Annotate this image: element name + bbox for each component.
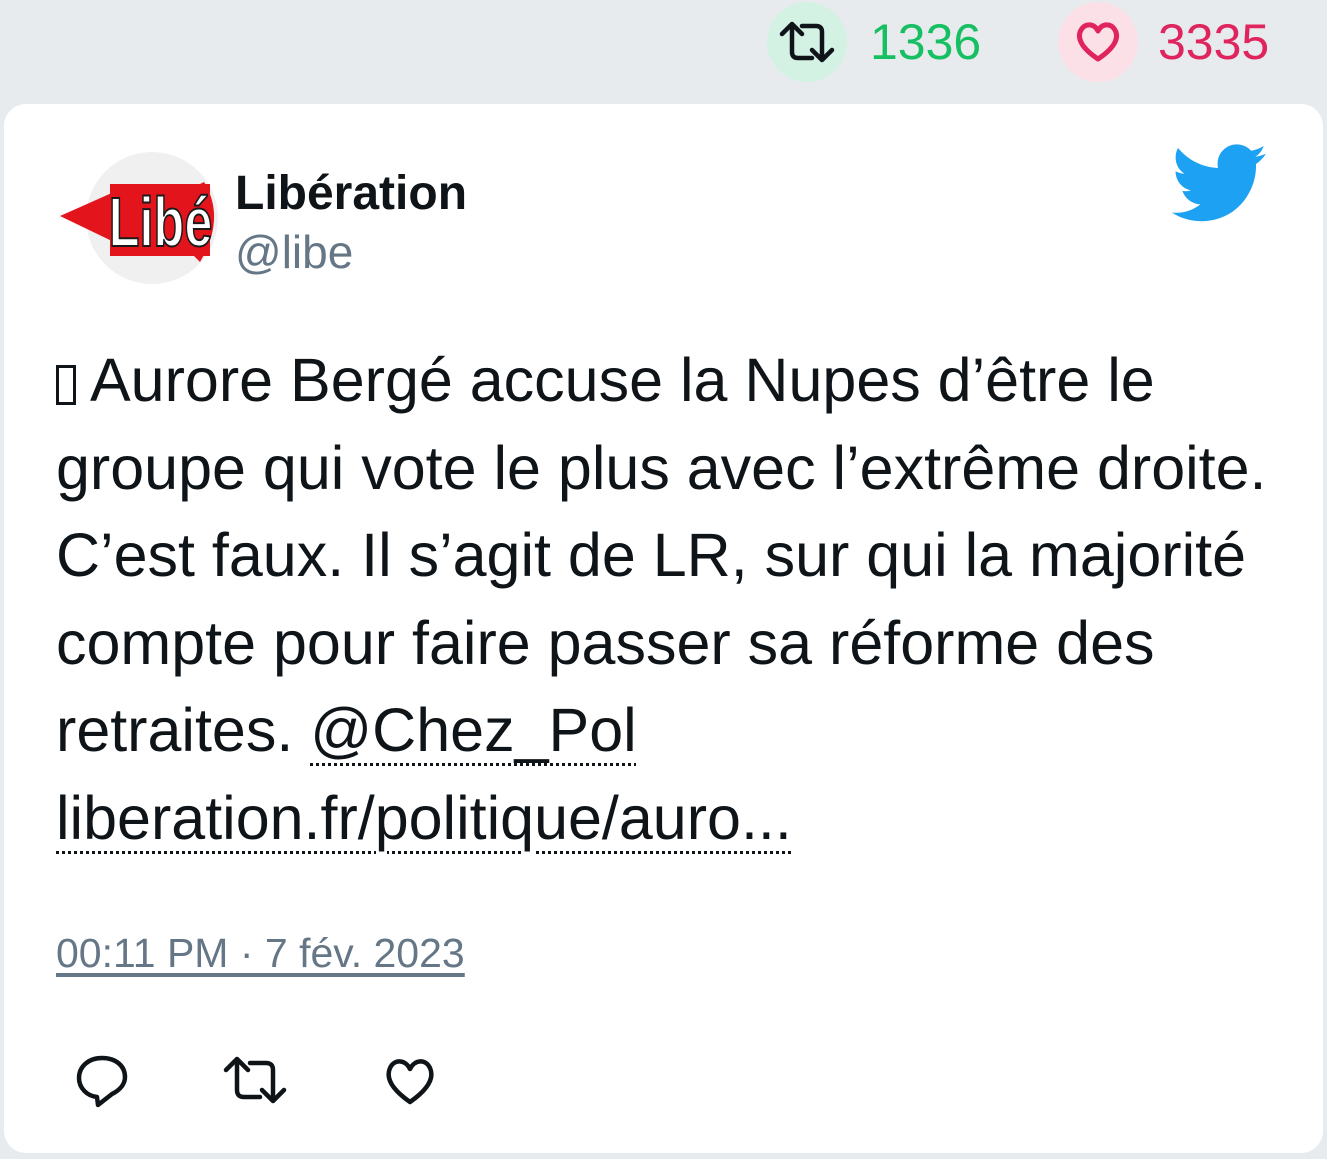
like-count: 3335 — [1158, 14, 1270, 70]
engagement-stats: 1336 3335 — [0, 0, 1327, 100]
author-avatar[interactable]: Libé — [54, 144, 224, 284]
author-name[interactable]: Libération — [235, 166, 467, 222]
mention-link[interactable]: @Chez_Pol — [310, 696, 636, 764]
tweet-body: Aurore Bergé accuse la Nupes d’être le g… — [56, 346, 1267, 764]
retweet-count-button[interactable] — [767, 2, 847, 82]
reply-icon — [76, 1055, 128, 1108]
tweet-timestamp[interactable]: 00:11 PM · 7 fév. 2023 — [56, 930, 465, 977]
retweet-icon — [223, 1056, 287, 1104]
tweet-card: Libé Libération @libe Aurore Bergé accus… — [4, 104, 1323, 1153]
article-link[interactable]: liberation.fr/politique/auro... — [56, 784, 792, 852]
tweet-text: Aurore Bergé accuse la Nupes d’être le g… — [56, 337, 1286, 862]
retweet-icon — [779, 21, 835, 63]
like-icon — [386, 1059, 434, 1105]
svg-text:Libé: Libé — [109, 183, 213, 261]
like-button[interactable] — [380, 1050, 440, 1110]
heart-icon — [1076, 22, 1120, 62]
retweet-button[interactable] — [220, 1050, 290, 1110]
twitter-bird-icon[interactable] — [1171, 144, 1268, 224]
author-handle[interactable]: @libe — [235, 224, 353, 280]
liberation-logo-icon: Libé — [60, 152, 218, 284]
reply-button[interactable] — [72, 1050, 132, 1110]
retweet-count: 1336 — [870, 14, 982, 70]
like-count-button[interactable] — [1058, 2, 1138, 82]
unrendered-emoji-icon — [56, 365, 76, 405]
